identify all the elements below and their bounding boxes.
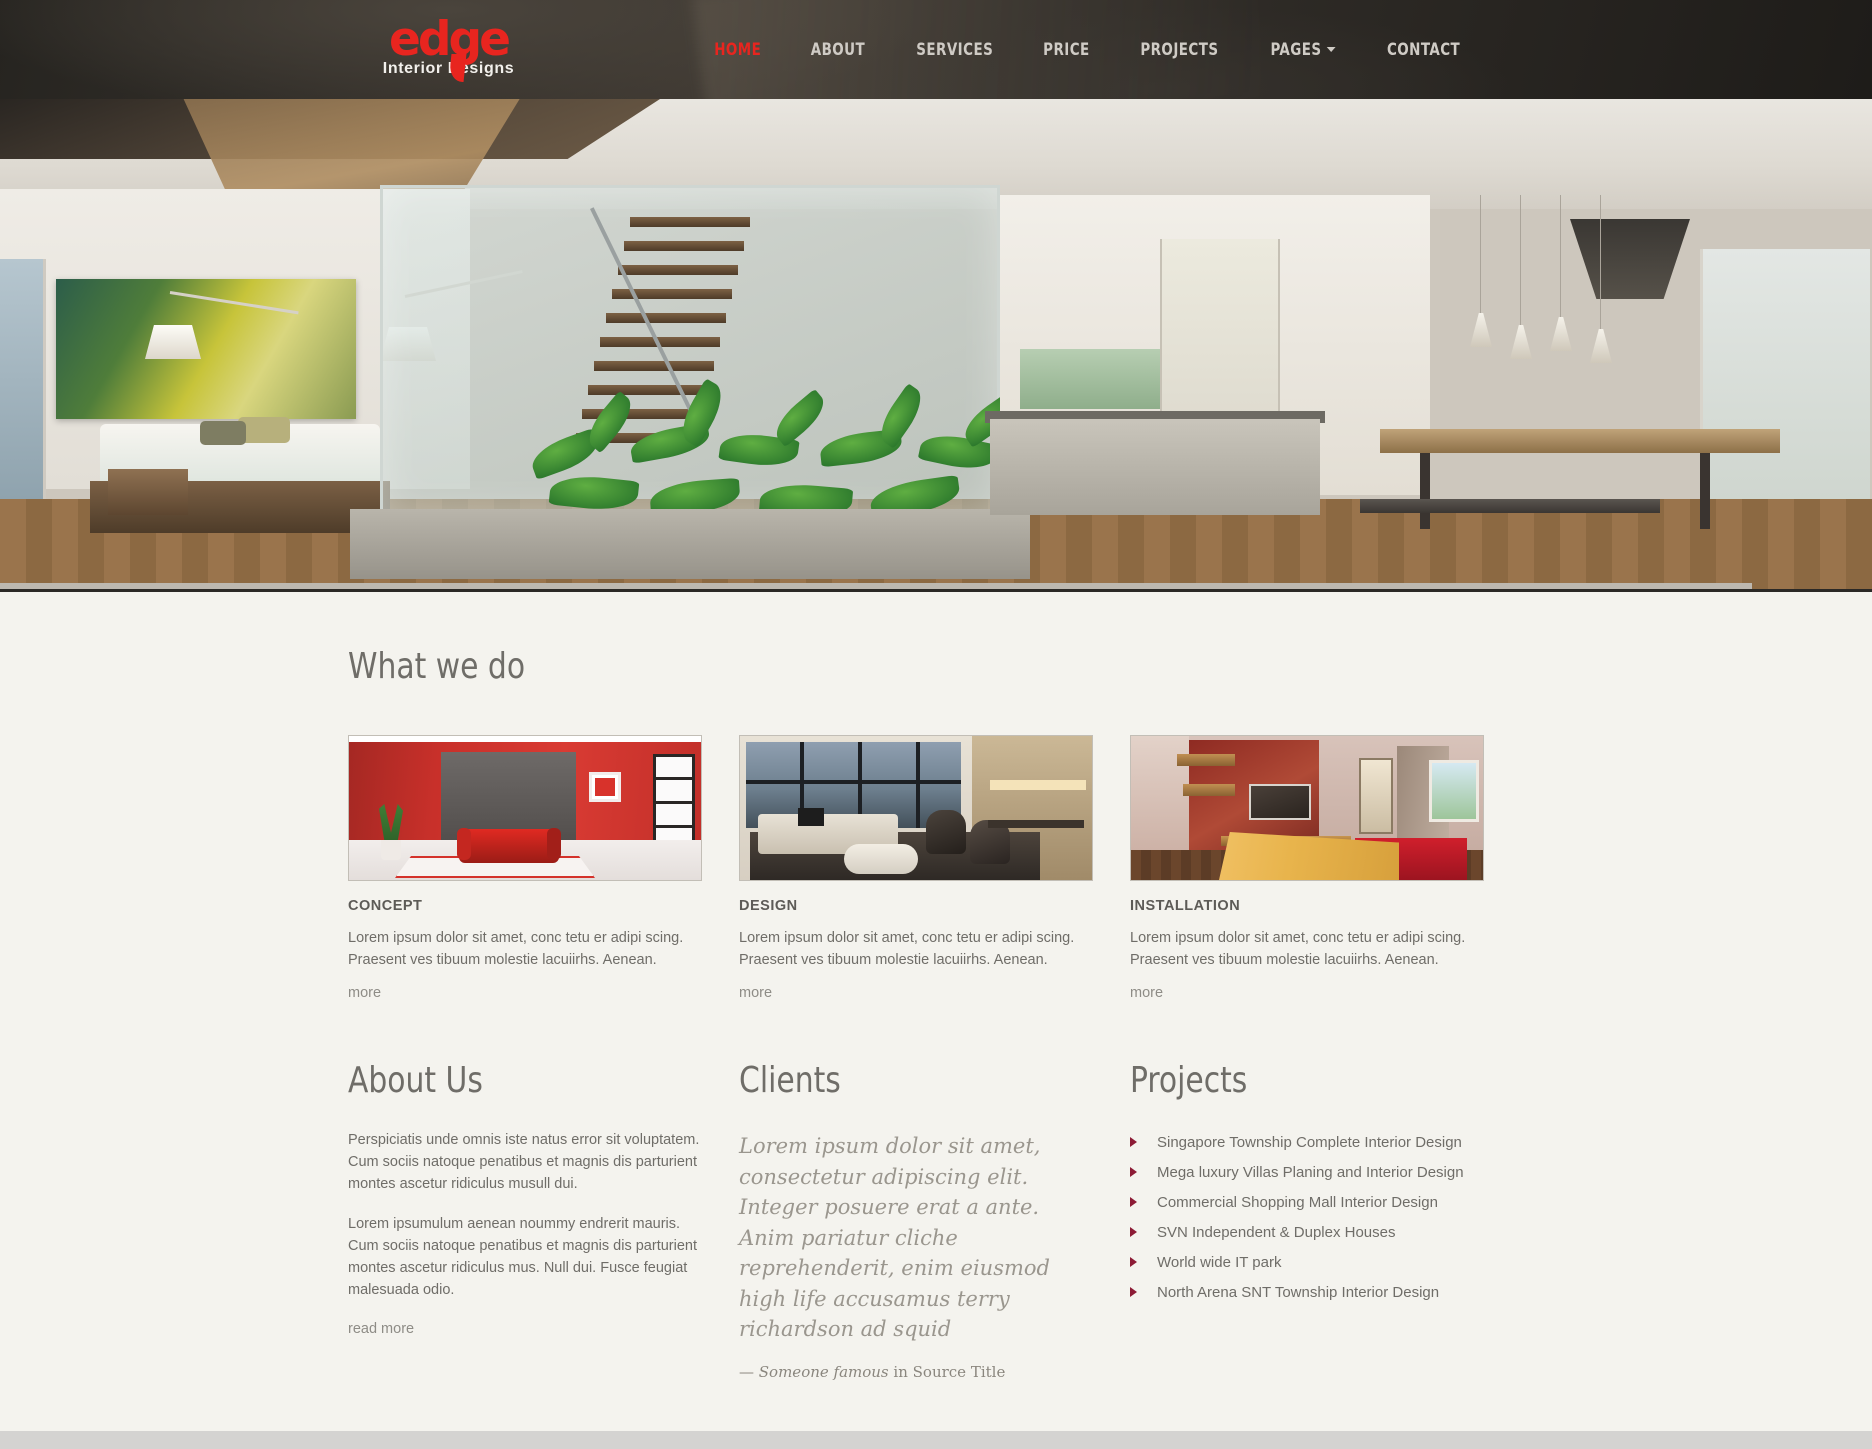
- list-item[interactable]: SVN Independent & Duplex Houses: [1130, 1217, 1484, 1247]
- triangle-bullet-icon: [1130, 1227, 1137, 1237]
- about-us-title: About Us: [348, 1060, 483, 1101]
- project-label: Commercial Shopping Mall Interior Design: [1157, 1193, 1438, 1211]
- logo-wordmark: edge: [388, 12, 511, 67]
- project-label: North Arena SNT Township Interior Design: [1157, 1283, 1440, 1301]
- social-links-bar: [0, 1430, 1872, 1449]
- hero-slider-progress-track[interactable]: [0, 583, 1752, 589]
- service-thumbnail-design[interactable]: [739, 735, 1093, 881]
- about-paragraph-2: Lorem ipsumulum aenean noummy endrerit m…: [348, 1216, 697, 1298]
- services-row: CONCEPT Lorem ipsum dolor sit amet, conc…: [348, 735, 1524, 1002]
- nav-item-pages[interactable]: PAGES: [1252, 34, 1354, 66]
- client-testimonial-quote: Lorem ipsum dolor sit amet, consectetur …: [739, 1134, 1050, 1341]
- projects-title: Projects: [1130, 1060, 1248, 1101]
- attribution-source: Source Title: [912, 1362, 1006, 1381]
- service-more-link-design[interactable]: more: [739, 985, 772, 1001]
- site-header: edge Interior Designs HOME ABOUT SERVICE…: [0, 0, 1872, 99]
- logo-tagline: Interior Designs: [382, 60, 515, 77]
- projects-column: Projects Singapore Township Complete Int…: [1130, 1060, 1484, 1381]
- service-card-design: DESIGN Lorem ipsum dolor sit amet, conc …: [739, 735, 1093, 1002]
- list-item[interactable]: World wide IT park: [1130, 1247, 1484, 1277]
- project-label: Mega luxury Villas Planing and Interior …: [1157, 1163, 1464, 1181]
- service-title-installation: INSTALLATION: [1130, 898, 1241, 914]
- service-title-design: DESIGN: [739, 898, 798, 914]
- service-card-concept: CONCEPT Lorem ipsum dolor sit amet, conc…: [348, 735, 702, 1002]
- project-label: World wide IT park: [1157, 1253, 1282, 1271]
- attribution-joiner: in: [888, 1362, 913, 1381]
- service-thumbnail-installation[interactable]: [1130, 735, 1484, 881]
- clients-title: Clients: [739, 1060, 841, 1101]
- attribution-dash: —: [739, 1362, 759, 1381]
- site-logo[interactable]: edge Interior Designs: [366, 16, 531, 86]
- service-text-installation: Lorem ipsum dolor sit amet, conc tetu er…: [1130, 930, 1466, 968]
- list-item[interactable]: Singapore Township Complete Interior Des…: [1130, 1127, 1484, 1157]
- service-title-concept: CONCEPT: [348, 898, 423, 914]
- service-text-design: Lorem ipsum dolor sit amet, conc tetu er…: [739, 930, 1075, 968]
- main-content: What we do CONCEPT Lorem ipsum dolor sit…: [0, 592, 1872, 1431]
- triangle-bullet-icon: [1130, 1197, 1137, 1207]
- attribution-name: Someone famous: [758, 1362, 889, 1381]
- page-root: edge Interior Designs HOME ABOUT SERVICE…: [0, 0, 1872, 1449]
- project-label: SVN Independent & Duplex Houses: [1157, 1223, 1396, 1241]
- chevron-down-icon: [1326, 47, 1336, 52]
- nav-item-contact[interactable]: CONTACT: [1368, 34, 1478, 66]
- service-thumbnail-concept[interactable]: [348, 735, 702, 881]
- service-more-link-concept[interactable]: more: [348, 985, 381, 1001]
- triangle-bullet-icon: [1130, 1137, 1137, 1147]
- nav-item-services[interactable]: SERVICES: [898, 34, 1012, 66]
- hero-image: [0, 99, 1872, 589]
- nav-item-price[interactable]: PRICE: [1025, 34, 1108, 66]
- service-text-concept: Lorem ipsum dolor sit amet, conc tetu er…: [348, 930, 684, 968]
- nav-item-about[interactable]: ABOUT: [792, 34, 883, 66]
- nav-item-pages-label: PAGES: [1270, 39, 1322, 60]
- service-more-link-installation[interactable]: more: [1130, 985, 1163, 1001]
- about-paragraph-1: Perspiciatis unde omnis iste natus error…: [348, 1132, 700, 1192]
- project-label: Singapore Township Complete Interior Des…: [1157, 1133, 1462, 1151]
- triangle-bullet-icon: [1130, 1167, 1137, 1177]
- list-item[interactable]: Commercial Shopping Mall Interior Design: [1130, 1187, 1484, 1217]
- clients-column: Clients Lorem ipsum dolor sit amet, cons…: [739, 1060, 1093, 1381]
- nav-item-home[interactable]: HOME: [696, 34, 780, 66]
- list-item[interactable]: North Arena SNT Township Interior Design: [1130, 1277, 1484, 1307]
- main-navigation: HOME ABOUT SERVICES PRICE PROJECTS PAGES…: [690, 0, 1486, 99]
- client-testimonial-attribution: — Someone famous in Source Title: [739, 1363, 1093, 1381]
- hero-slider[interactable]: [0, 99, 1872, 592]
- projects-list: Singapore Township Complete Interior Des…: [1130, 1127, 1484, 1307]
- what-we-do-title: What we do: [348, 646, 526, 687]
- service-card-installation: INSTALLATION Lorem ipsum dolor sit amet,…: [1130, 735, 1484, 1002]
- triangle-bullet-icon: [1130, 1287, 1137, 1297]
- about-read-more-link[interactable]: read more: [348, 1321, 414, 1337]
- list-item[interactable]: Mega luxury Villas Planing and Interior …: [1130, 1157, 1484, 1187]
- content-container: What we do CONCEPT Lorem ipsum dolor sit…: [348, 646, 1524, 1431]
- nav-item-projects[interactable]: PROJECTS: [1122, 34, 1237, 66]
- lower-columns: About Us Perspiciatis unde omnis iste na…: [348, 1060, 1524, 1431]
- hero-slider-progress-fill: [0, 583, 1752, 589]
- about-us-column: About Us Perspiciatis unde omnis iste na…: [348, 1060, 702, 1381]
- triangle-bullet-icon: [1130, 1257, 1137, 1267]
